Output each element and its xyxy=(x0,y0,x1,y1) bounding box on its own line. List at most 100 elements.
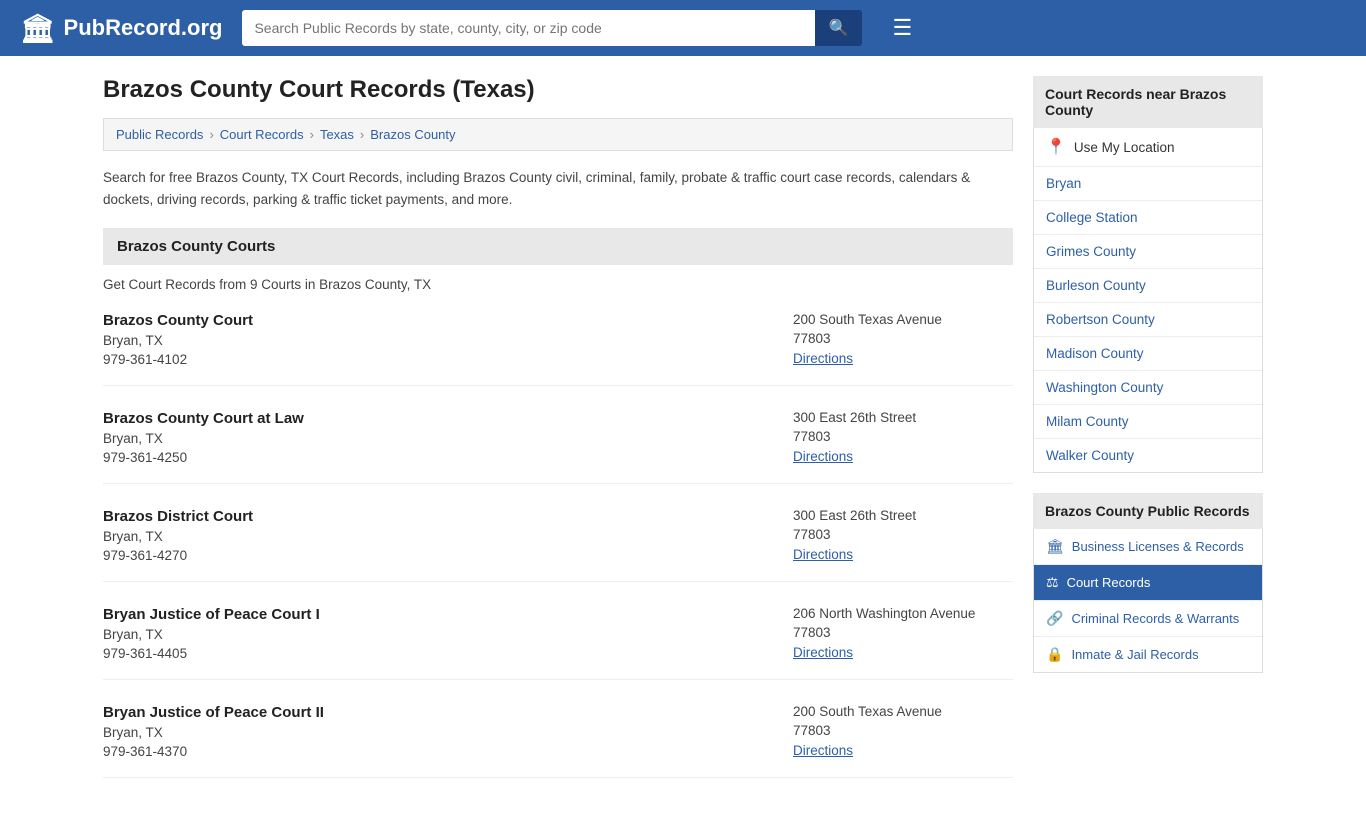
court-name: Brazos District Court xyxy=(103,508,253,525)
use-location-label: Use My Location xyxy=(1074,140,1175,155)
courts-list: Brazos County Court Bryan, TX 979-361-41… xyxy=(103,312,1013,778)
nearby-link-item[interactable]: Washington County xyxy=(1034,371,1262,405)
nearby-link-item[interactable]: Bryan xyxy=(1034,167,1262,201)
court-address: 300 East 26th Street xyxy=(793,508,1013,523)
court-left: Brazos District Court Bryan, TX 979-361-… xyxy=(103,508,253,563)
logo-icon: 🏛 xyxy=(20,12,56,45)
court-right: 200 South Texas Avenue 77803 Directions xyxy=(793,312,1013,367)
page-title: Brazos County Court Records (Texas) xyxy=(103,76,1013,104)
search-button[interactable]: 🔍 xyxy=(815,10,863,46)
court-city: Bryan, TX xyxy=(103,333,253,348)
court-zip: 77803 xyxy=(793,527,1013,542)
public-record-item[interactable]: 🔗 Criminal Records & Warrants xyxy=(1034,601,1262,637)
breadcrumb-texas[interactable]: Texas xyxy=(320,127,354,142)
nearby-link[interactable]: Burleson County xyxy=(1034,269,1262,302)
record-label: Business Licenses & Records xyxy=(1072,539,1244,554)
court-phone: 979-361-4102 xyxy=(103,352,253,367)
use-location-link[interactable]: 📍 Use My Location xyxy=(1034,128,1262,166)
court-phone: 979-361-4370 xyxy=(103,744,324,759)
nearby-link-item[interactable]: Madison County xyxy=(1034,337,1262,371)
nearby-link[interactable]: Madison County xyxy=(1034,337,1262,370)
directions-link[interactable]: Directions xyxy=(793,645,853,660)
menu-icon: ☰ xyxy=(892,15,912,40)
court-name: Bryan Justice of Peace Court I xyxy=(103,606,320,623)
breadcrumb-brazos-county[interactable]: Brazos County xyxy=(370,127,455,142)
court-zip: 77803 xyxy=(793,331,1013,346)
court-address: 200 South Texas Avenue xyxy=(793,312,1013,327)
breadcrumb-court-records[interactable]: Court Records xyxy=(220,127,304,142)
court-name: Bryan Justice of Peace Court II xyxy=(103,704,324,721)
logo-text: PubRecord.org xyxy=(64,15,223,41)
court-left: Bryan Justice of Peace Court I Bryan, TX… xyxy=(103,606,320,661)
court-zip: 77803 xyxy=(793,625,1013,640)
main-container: Brazos County Court Records (Texas) Publ… xyxy=(83,56,1283,822)
court-right: 300 East 26th Street 77803 Directions xyxy=(793,410,1013,465)
nearby-link-item[interactable]: Milam County xyxy=(1034,405,1262,439)
nearby-link[interactable]: Washington County xyxy=(1034,371,1262,404)
use-location-item[interactable]: 📍 Use My Location xyxy=(1034,128,1262,167)
breadcrumb-public-records[interactable]: Public Records xyxy=(116,127,203,142)
record-label: Inmate & Jail Records xyxy=(1071,647,1198,662)
page-description: Search for free Brazos County, TX Court … xyxy=(103,167,1013,210)
nearby-link-item[interactable]: Grimes County xyxy=(1034,235,1262,269)
court-city: Bryan, TX xyxy=(103,627,320,642)
courts-count: Get Court Records from 9 Courts in Brazo… xyxy=(103,277,1013,292)
public-record-link[interactable]: 🔒 Inmate & Jail Records xyxy=(1034,637,1262,672)
court-entry: Brazos District Court Bryan, TX 979-361-… xyxy=(103,508,1013,582)
court-address: 300 East 26th Street xyxy=(793,410,1013,425)
search-input[interactable] xyxy=(242,10,814,46)
courts-section-header: Brazos County Courts xyxy=(103,228,1013,265)
directions-link[interactable]: Directions xyxy=(793,449,853,464)
nearby-link[interactable]: Grimes County xyxy=(1034,235,1262,268)
court-right: 206 North Washington Avenue 77803 Direct… xyxy=(793,606,1013,661)
site-header: 🏛 PubRecord.org 🔍 ☰ xyxy=(0,0,1366,56)
nearby-link[interactable]: Milam County xyxy=(1034,405,1262,438)
court-left: Bryan Justice of Peace Court II Bryan, T… xyxy=(103,704,324,759)
location-icon: 📍 xyxy=(1046,137,1066,157)
record-label: Court Records xyxy=(1067,575,1151,590)
court-phone: 979-361-4270 xyxy=(103,548,253,563)
court-address: 206 North Washington Avenue xyxy=(793,606,1013,621)
directions-link[interactable]: Directions xyxy=(793,547,853,562)
court-city: Bryan, TX xyxy=(103,529,253,544)
nearby-link-item[interactable]: Walker County xyxy=(1034,439,1262,472)
public-record-item[interactable]: ⚖ Court Records xyxy=(1034,565,1262,601)
court-name: Brazos County Court xyxy=(103,312,253,329)
court-phone: 979-361-4250 xyxy=(103,450,304,465)
court-entry: Brazos County Court at Law Bryan, TX 979… xyxy=(103,410,1013,484)
public-record-link[interactable]: ⚖ Court Records xyxy=(1034,565,1262,600)
court-left: Brazos County Court at Law Bryan, TX 979… xyxy=(103,410,304,465)
search-icon: 🔍 xyxy=(829,20,849,37)
public-record-item[interactable]: 🏛 Business Licenses & Records xyxy=(1034,529,1262,565)
site-logo[interactable]: 🏛 PubRecord.org xyxy=(20,12,222,45)
record-icon: ⚖ xyxy=(1046,574,1059,591)
breadcrumb-sep-2: › xyxy=(310,127,314,142)
directions-link[interactable]: Directions xyxy=(793,743,853,758)
nearby-link-item[interactable]: College Station xyxy=(1034,201,1262,235)
nearby-link[interactable]: College Station xyxy=(1034,201,1262,234)
court-left: Brazos County Court Bryan, TX 979-361-41… xyxy=(103,312,253,367)
court-phone: 979-361-4405 xyxy=(103,646,320,661)
public-records-list: 🏛 Business Licenses & Records ⚖ Court Re… xyxy=(1033,529,1263,673)
main-content: Brazos County Court Records (Texas) Publ… xyxy=(103,76,1013,802)
court-entry: Bryan Justice of Peace Court I Bryan, TX… xyxy=(103,606,1013,680)
court-entry: Brazos County Court Bryan, TX 979-361-41… xyxy=(103,312,1013,386)
public-records-section-title: Brazos County Public Records xyxy=(1033,493,1263,529)
breadcrumb-sep-3: › xyxy=(360,127,364,142)
nearby-link[interactable]: Bryan xyxy=(1034,167,1262,200)
court-city: Bryan, TX xyxy=(103,725,324,740)
menu-button[interactable]: ☰ xyxy=(892,15,912,41)
nearby-link-item[interactable]: Robertson County xyxy=(1034,303,1262,337)
public-record-item[interactable]: 🔒 Inmate & Jail Records xyxy=(1034,637,1262,672)
nearby-link[interactable]: Walker County xyxy=(1034,439,1262,472)
court-city: Bryan, TX xyxy=(103,431,304,446)
nearby-link[interactable]: Robertson County xyxy=(1034,303,1262,336)
search-bar: 🔍 xyxy=(242,10,862,46)
record-icon: 🔒 xyxy=(1046,646,1063,663)
directions-link[interactable]: Directions xyxy=(793,351,853,366)
public-record-link[interactable]: 🏛 Business Licenses & Records xyxy=(1034,529,1262,564)
court-zip: 77803 xyxy=(793,723,1013,738)
nearby-link-item[interactable]: Burleson County xyxy=(1034,269,1262,303)
public-record-link[interactable]: 🔗 Criminal Records & Warrants xyxy=(1034,601,1262,636)
court-entry: Bryan Justice of Peace Court II Bryan, T… xyxy=(103,704,1013,778)
